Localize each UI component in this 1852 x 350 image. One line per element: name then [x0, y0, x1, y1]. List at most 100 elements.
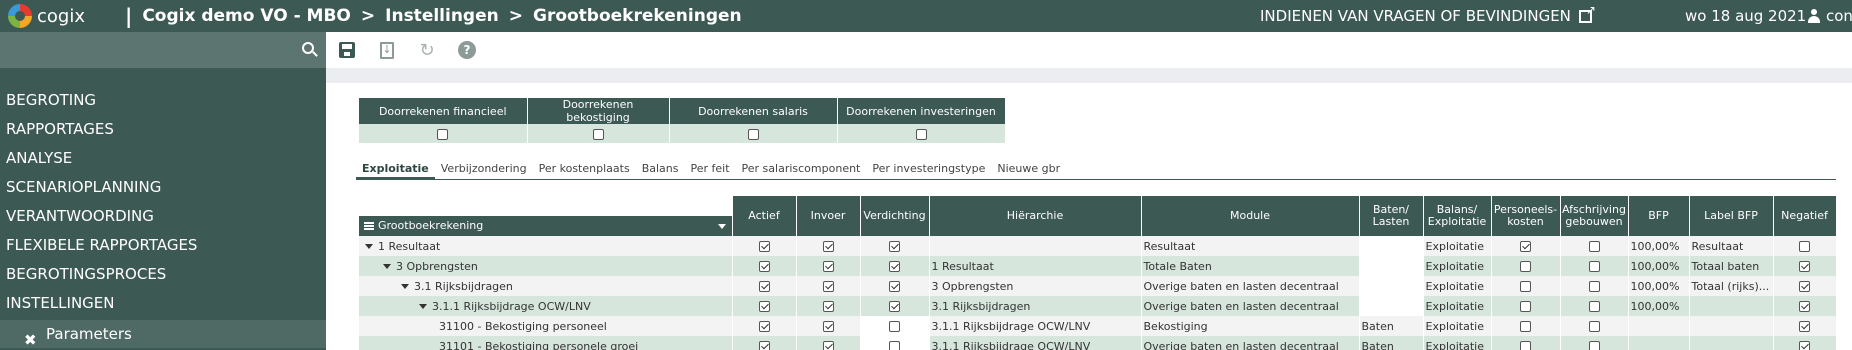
table-row[interactable]: 3.1 Rijksbijdragen 3 Opbrengsten Overige… [359, 276, 1837, 296]
help-button[interactable]: ? [456, 39, 478, 61]
table-row[interactable]: 31101 - Bekostiging personele groei 3.1.… [359, 336, 1837, 350]
verdichting-checkbox[interactable] [889, 281, 900, 292]
tab-balans[interactable]: Balans [636, 158, 685, 179]
sidebar-item-scenarioplanning[interactable]: SCENARIOPLANNING [0, 173, 326, 202]
personeelskosten-checkbox[interactable] [1520, 281, 1531, 292]
column-header-actief[interactable]: Actief [732, 196, 797, 236]
search-icon[interactable] [302, 42, 314, 54]
sidebar-subitem-parameters[interactable]: ✖ Parameters [0, 320, 326, 349]
afschrijving-checkbox[interactable] [1588, 321, 1600, 332]
actief-checkbox[interactable] [758, 341, 770, 350]
sidebar-item-flexibele-rapportages[interactable]: FLEXIBELE RAPPORTAGES [0, 231, 326, 260]
tab-per-investeringstype[interactable]: Per investeringstype [866, 158, 991, 179]
tab-verbijzondering[interactable]: Verbijzondering [435, 158, 533, 179]
afschrijving-checkbox[interactable] [1588, 301, 1600, 312]
feedback-link[interactable]: INDIENEN VAN VRAGEN OF BEVINDINGEN [1260, 0, 1596, 32]
actief-checkbox[interactable] [758, 301, 770, 312]
expand-toggle-icon[interactable] [365, 243, 373, 249]
column-header-negatief[interactable]: Negatief [1773, 196, 1837, 236]
invoer-checkbox[interactable] [822, 241, 834, 252]
calc-financieel-checkbox[interactable] [437, 128, 449, 140]
invoer-checkbox[interactable] [822, 301, 834, 312]
tab-bar: Exploitatie Verbijzondering Per kostenpl… [356, 158, 1836, 180]
column-header-baten-lasten[interactable]: Baten/ Lasten [1359, 196, 1424, 236]
column-header-bfp[interactable]: BFP [1628, 196, 1690, 236]
expand-toggle-icon[interactable] [383, 263, 391, 269]
table-row[interactable]: 31100 - Bekostiging personeel 3.1.1 Rijk… [359, 316, 1837, 336]
actief-checkbox[interactable] [758, 261, 770, 272]
table-row[interactable]: 3 Opbrengsten 1 Resultaat Totale Baten E… [359, 256, 1837, 276]
calc-bekostiging-checkbox[interactable] [592, 128, 604, 140]
column-header-afschrijving-gebouwen[interactable]: Afschrijving gebouwen [1560, 196, 1629, 236]
invoer-checkbox[interactable] [822, 341, 834, 350]
user-menu[interactable]: con [1808, 0, 1852, 32]
column-header-module[interactable]: Module [1141, 196, 1360, 236]
actief-checkbox[interactable] [758, 281, 770, 292]
actief-checkbox[interactable] [758, 321, 770, 332]
sidebar-item-begrotingsproces[interactable]: BEGROTINGSPROCES [0, 260, 326, 289]
breadcrumb: Cogix demo VO - MBO > Instellingen > Gro… [142, 6, 741, 26]
expand-toggle-icon[interactable] [419, 303, 427, 309]
verdichting-checkbox[interactable] [889, 301, 900, 312]
verdichting-checkbox[interactable] [889, 321, 900, 332]
calc-salaris-checkbox[interactable] [747, 128, 759, 140]
afschrijving-checkbox[interactable] [1588, 261, 1600, 272]
column-header-personeelskosten[interactable]: Personeels- kosten [1491, 196, 1561, 236]
wrench-icon: ✖ [24, 331, 37, 349]
personeelskosten-checkbox[interactable] [1520, 321, 1531, 332]
negatief-checkbox[interactable] [1799, 281, 1810, 292]
negatief-checkbox[interactable] [1799, 241, 1810, 252]
afschrijving-checkbox[interactable] [1588, 281, 1600, 292]
sidebar-item-verantwoording[interactable]: VERANTWOORDING [0, 202, 326, 231]
personeelskosten-checkbox[interactable] [1520, 261, 1531, 272]
invoer-checkbox[interactable] [822, 261, 834, 272]
sidebar-item-analyse[interactable]: ANALYSE [0, 144, 326, 173]
expand-toggle-icon[interactable] [401, 283, 409, 289]
breadcrumb-item-organisation[interactable]: Cogix demo VO - MBO [142, 6, 351, 26]
verdichting-checkbox[interactable] [889, 241, 900, 252]
tab-nieuwe-gbr[interactable]: Nieuwe gbr [991, 158, 1066, 179]
sidebar-search[interactable] [0, 32, 326, 68]
breadcrumb-item-grootboekrekeningen: Grootboekrekeningen [532, 6, 742, 26]
sidebar-item-rapportages[interactable]: RAPPORTAGES [0, 115, 326, 144]
tab-exploitatie[interactable]: Exploitatie [356, 158, 435, 179]
calculation-options: Doorrekenen financieel Doorrekenen bekos… [359, 98, 1006, 143]
invoer-checkbox[interactable] [822, 321, 834, 332]
afschrijving-checkbox[interactable] [1588, 241, 1600, 252]
column-header-label-bfp[interactable]: Label BFP [1689, 196, 1774, 236]
negatief-checkbox[interactable] [1799, 301, 1810, 312]
save-button[interactable] [336, 39, 358, 61]
negatief-checkbox[interactable] [1799, 261, 1810, 272]
top-bar: cogix | Cogix demo VO - MBO > Instelling… [0, 0, 1852, 32]
feedback-label: INDIENEN VAN VRAGEN OF BEVINDINGEN [1260, 7, 1571, 25]
current-date: wo 18 aug 2021 [1685, 7, 1807, 25]
column-header-hierarchie[interactable]: Hiërarchie [929, 196, 1142, 236]
column-header-balans-exploitatie[interactable]: Balans/ Exploitatie [1423, 196, 1492, 236]
verdichting-checkbox[interactable] [889, 261, 900, 272]
verdichting-checkbox[interactable] [889, 341, 900, 350]
personeelskosten-checkbox[interactable] [1520, 341, 1531, 350]
actief-checkbox[interactable] [758, 241, 770, 252]
column-header-verdichting[interactable]: Verdichting [860, 196, 930, 236]
refresh-button[interactable]: ↻ [416, 39, 438, 61]
personeelskosten-checkbox[interactable] [1520, 241, 1531, 252]
column-header-grootboekrekening[interactable]: Grootboekrekening [359, 216, 732, 236]
chevron-down-icon[interactable] [717, 224, 726, 229]
breadcrumb-item-instellingen[interactable]: Instellingen [385, 6, 499, 26]
tab-per-salariscomponent[interactable]: Per salariscomponent [736, 158, 867, 179]
download-button[interactable]: ↓ [376, 39, 398, 61]
negatief-checkbox[interactable] [1799, 341, 1810, 350]
sidebar-item-begroting[interactable]: BEGROTING [0, 86, 326, 115]
personeelskosten-checkbox[interactable] [1520, 301, 1531, 312]
sidebar-item-instellingen[interactable]: INSTELLINGEN [0, 289, 326, 318]
tab-per-kostenplaats[interactable]: Per kostenplaats [533, 158, 636, 179]
column-header-invoer[interactable]: Invoer [796, 196, 861, 236]
tab-per-feit[interactable]: Per feit [684, 158, 735, 179]
logo[interactable]: cogix [0, 4, 125, 28]
invoer-checkbox[interactable] [822, 281, 834, 292]
negatief-checkbox[interactable] [1799, 321, 1810, 332]
table-row[interactable]: 1 Resultaat Resultaat Exploitatie 100,00… [359, 236, 1837, 256]
afschrijving-checkbox[interactable] [1588, 341, 1600, 350]
calc-investeringen-checkbox[interactable] [915, 128, 927, 140]
table-row[interactable]: 3.1.1 Rijksbijdrage OCW/LNV 3.1 Rijksbij… [359, 296, 1837, 316]
